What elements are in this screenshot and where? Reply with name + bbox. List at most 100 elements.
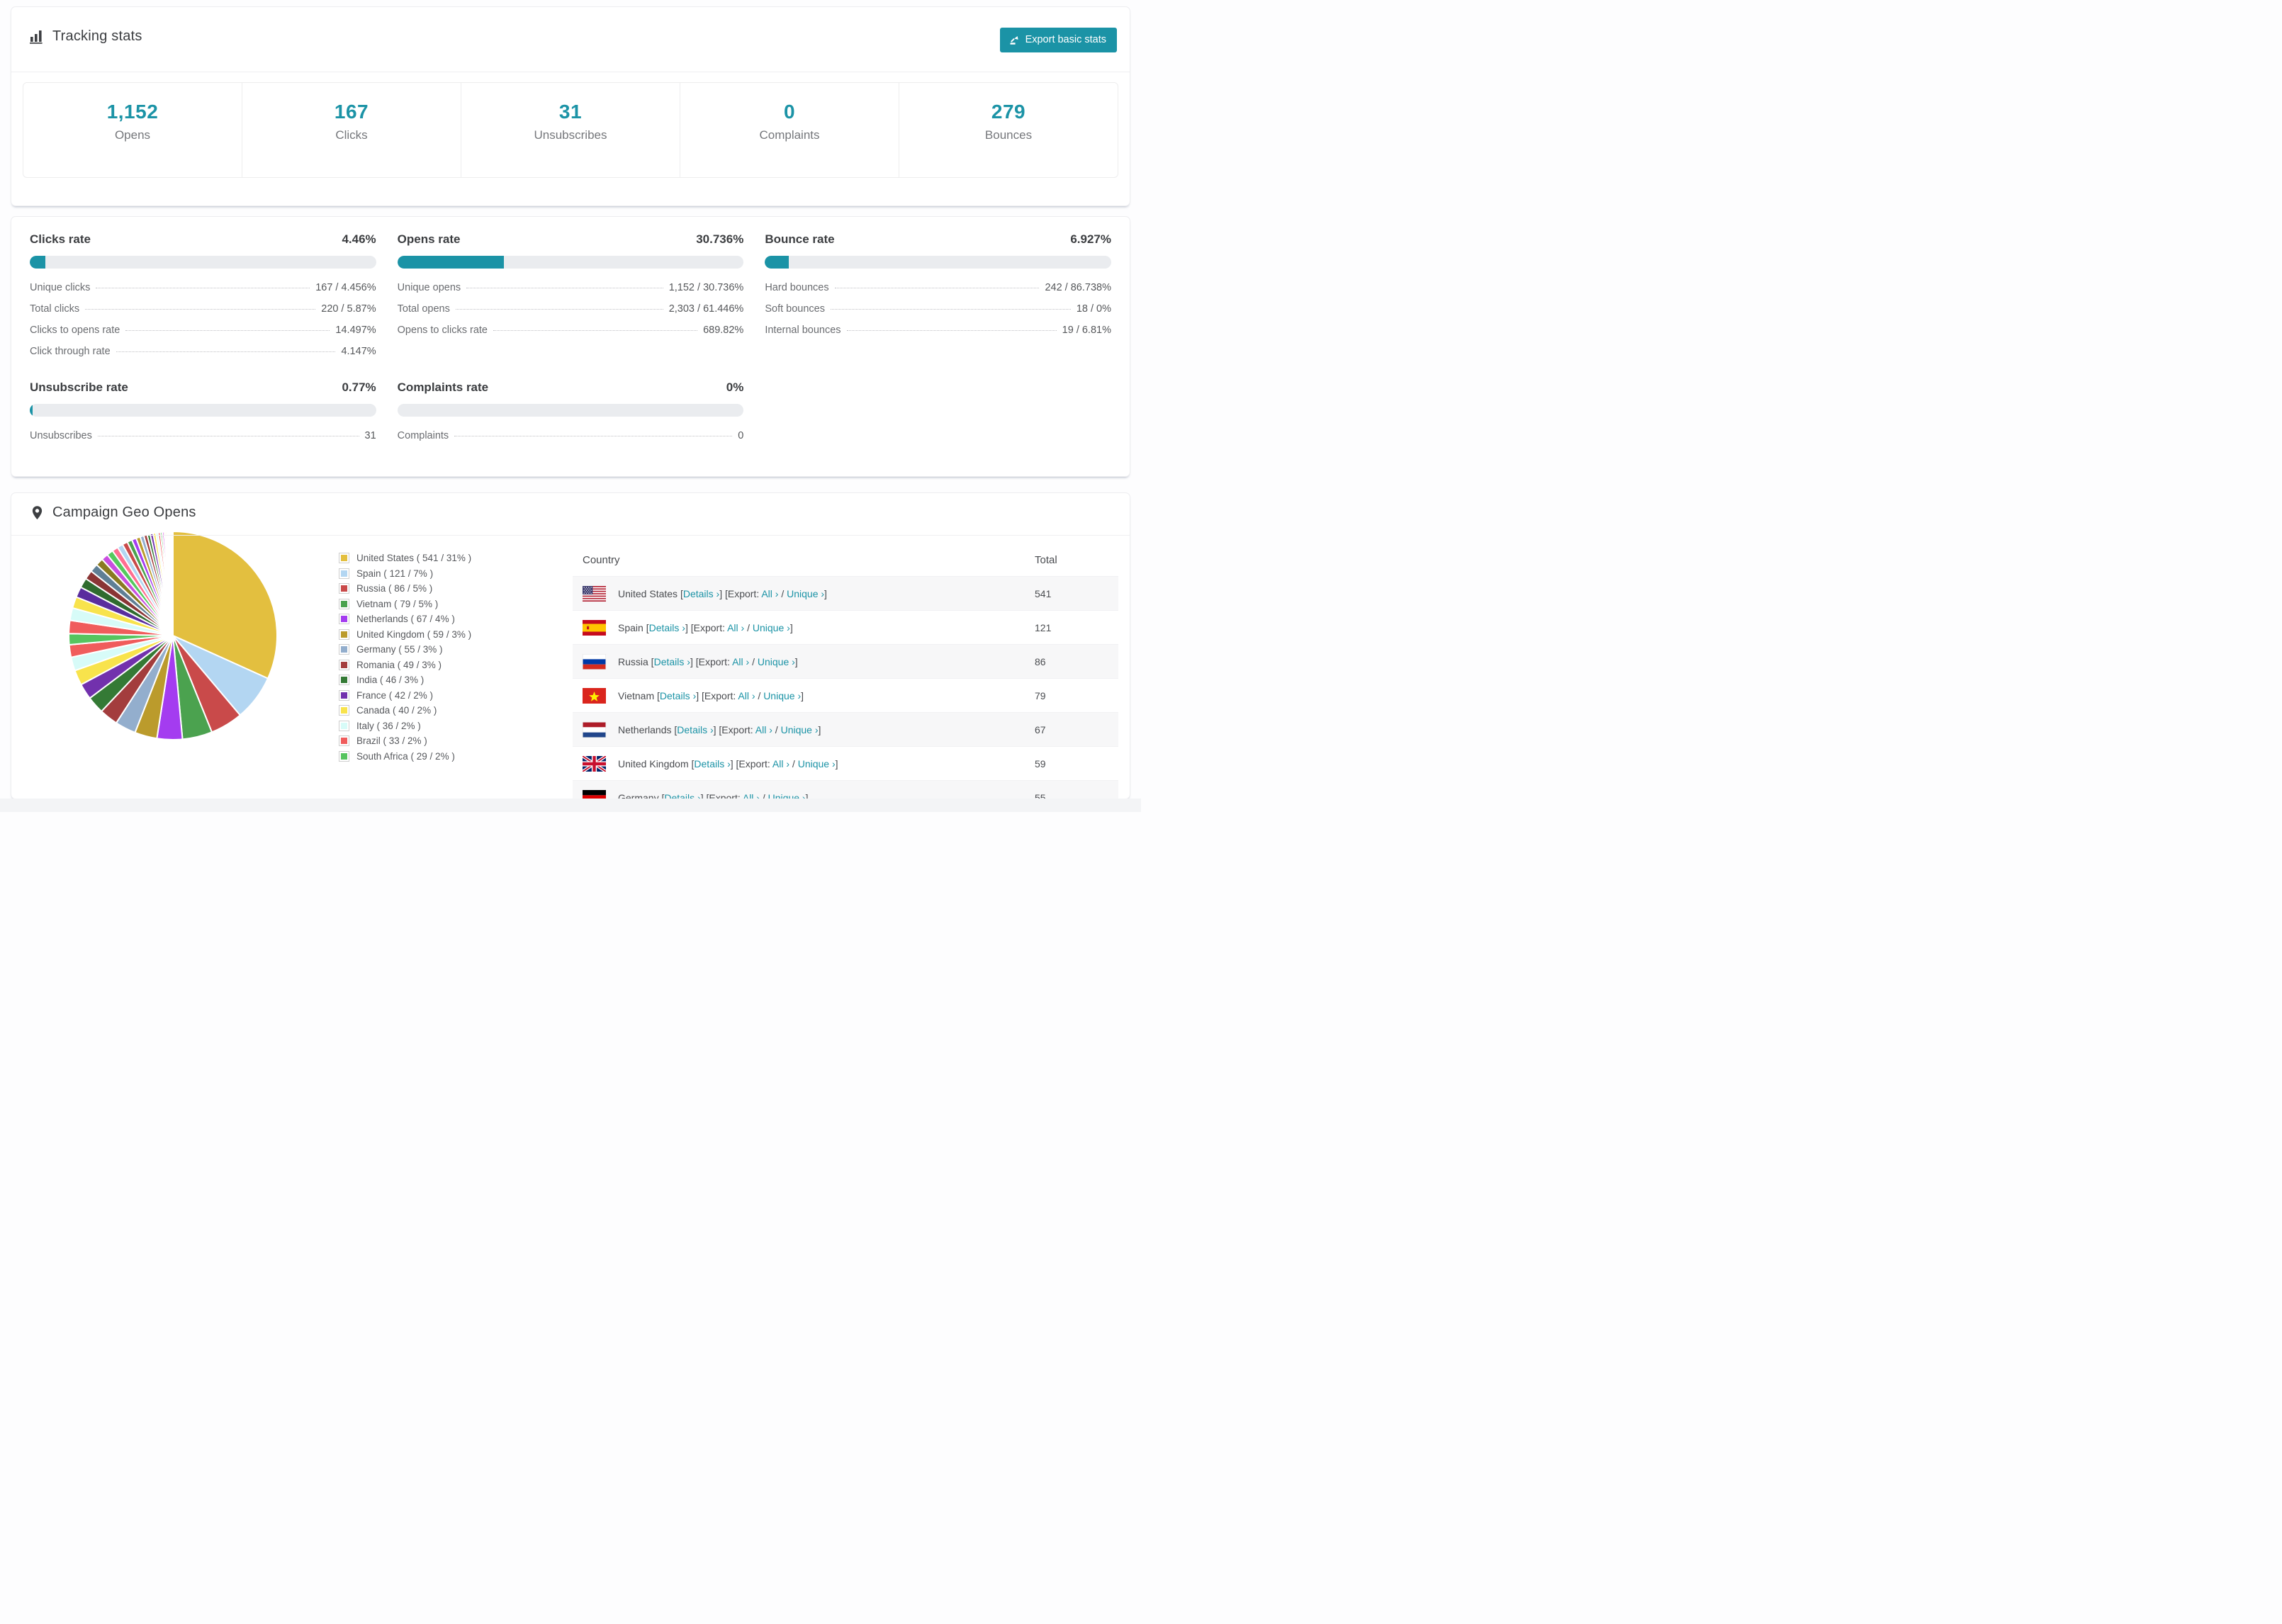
details-link[interactable]: Details › [677,724,713,735]
details-link[interactable]: Details › [649,622,685,633]
export-all-link[interactable]: All › [743,792,760,799]
rate-row: Unique clicks 167 / 4.456% [30,277,376,298]
rate-row-label: Clicks to opens rate [30,325,120,336]
export-unique-link[interactable]: Unique › [781,724,819,735]
legend-swatch [339,689,349,701]
rate-block-unsubscribe-rate: Unsubscribe rate 0.77% Unsubscribes 31 [30,380,376,446]
progress-bar-fill [30,404,33,417]
export-unique-link[interactable]: Unique › [768,792,806,799]
details-link[interactable]: Details › [654,656,690,667]
rate-row-value: 19 / 6.81% [1062,325,1111,336]
export-all-link[interactable]: All › [732,656,749,667]
stat-cell-opens: 1,152 Opens [23,83,242,177]
rate-row-label: Click through rate [30,346,111,357]
legend-swatch [339,598,349,609]
legend-label: South Africa ( 29 / 2% ) [356,750,455,762]
legend-item-united-states[interactable]: United States ( 541 / 31% ) [339,553,566,563]
export-all-link[interactable]: All › [772,758,789,769]
legend-item-germany[interactable]: Germany ( 55 / 3% ) [339,644,566,655]
rate-row: Clicks to opens rate 14.497% [30,320,376,341]
geo-opens-header: Campaign Geo Opens [11,493,1130,536]
geo-opens-card: Campaign Geo Opens United States ( 541 /… [11,493,1130,799]
progress-bar [397,404,744,417]
rates-card: Clicks rate 4.46% Unique clicks 167 / 4.456… [11,217,1130,476]
legend-swatch [339,705,349,716]
rate-value: 0% [726,380,744,394]
legend-item-canada[interactable]: Canada ( 40 / 2% ) [339,705,566,716]
legend-label: United States ( 541 / 31% ) [356,553,472,563]
rate-row-label: Internal bounces [765,325,841,336]
legend-item-russia[interactable]: Russia ( 86 / 5% ) [339,583,566,594]
rate-row-label: Unique opens [397,282,461,293]
total-cell: 79 [1035,689,1046,701]
rates-grid: Clicks rate 4.46% Unique clicks 167 / 4.456… [11,217,1130,458]
rate-rows: Unique opens 1,152 / 30.736% Total opens 2,… [398,277,744,341]
rate-row-label: Unique clicks [30,282,91,293]
rate-header: Bounce rate 6.927% [765,232,1111,247]
country-cell: United Kingdom [Details ›] [Export: All … [618,757,838,769]
gb-flag-icon [583,755,606,772]
legend-item-south-africa[interactable]: South Africa ( 29 / 2% ) [339,750,566,762]
legend-swatch [339,675,349,685]
legend-item-netherlands[interactable]: Netherlands ( 67 / 4% ) [339,614,566,624]
details-link[interactable]: Details › [694,758,730,769]
export-unique-link[interactable]: Unique › [763,690,801,701]
rate-row-value: 220 / 5.87% [321,303,376,315]
ru-flag-icon [583,653,606,670]
stat-value: 1,152 [106,101,159,123]
country-cell: Netherlands [Details ›] [Export: All › /… [618,723,821,735]
export-unique-link[interactable]: Unique › [787,588,824,599]
legend-item-france[interactable]: France ( 42 / 2% ) [339,689,566,701]
details-link[interactable]: Details › [660,690,696,701]
details-link[interactable]: Details › [664,792,700,799]
rate-header: Unsubscribe rate 0.77% [30,380,376,395]
table-row-es: Spain [Details ›] [Export: All › / Uniqu… [573,610,1118,644]
page-background [0,799,1141,812]
country-cell: Spain [Details ›] [Export: All › / Uniqu… [618,621,793,633]
legend-swatch [339,659,349,670]
legend-label: Romania ( 49 / 3% ) [356,659,442,670]
legend-item-italy[interactable]: Italy ( 36 / 2% ) [339,720,566,731]
legend-item-brazil[interactable]: Brazil ( 33 / 2% ) [339,735,566,746]
stat-label: Opens [114,128,151,142]
export-basic-stats-button[interactable]: Export basic stats [999,28,1117,52]
rate-row-value: 689.82% [703,325,744,336]
geo-country-table: Country Total United States [Details ›] [E… [573,547,1118,799]
dotted-leader [116,351,336,352]
legend-item-india[interactable]: India ( 46 / 3% ) [339,675,566,685]
dotted-leader [455,309,663,310]
rate-rows: Unique clicks 167 / 4.456% Total clicks 220… [30,277,376,362]
rate-row-label: Opens to clicks rate [397,325,488,336]
legend-label: Brazil ( 33 / 2% ) [356,735,427,746]
legend-swatch [339,568,349,579]
export-unique-link[interactable]: Unique › [798,758,836,769]
export-unique-link[interactable]: Unique › [753,622,790,633]
export-unique-link[interactable]: Unique › [758,656,795,667]
legend-item-vietnam[interactable]: Vietnam ( 79 / 5% ) [339,598,566,609]
de-flag-icon [583,789,606,799]
legend-label: India ( 46 / 3% ) [356,675,425,685]
legend-item-romania[interactable]: Romania ( 49 / 3% ) [339,659,566,670]
stats-summary-row: 1,152 Opens 167 Clicks 31 Unsubscribes 0 Compla… [23,82,1118,178]
total-cell: 541 [1035,587,1052,599]
legend-label: Germany ( 55 / 3% ) [356,644,443,655]
legend-item-spain[interactable]: Spain ( 121 / 7% ) [339,568,566,579]
rate-block-clicks-rate: Clicks rate 4.46% Unique clicks 167 / 4.456… [30,232,376,362]
rate-value: 0.77% [342,380,376,394]
dotted-leader [85,309,316,310]
rate-rows: Complaints 0 [398,425,744,446]
country-cell: Germany [Details ›] [Export: All › / Uni… [618,792,1035,799]
pie-slice-other[interactable] [172,530,174,636]
export-all-link[interactable]: All › [727,622,744,633]
geo-opens-content: United States ( 541 / 31% ) Spain ( 121 /… [11,530,1130,799]
details-link[interactable]: Details › [683,588,719,599]
legend-item-united-kingdom[interactable]: United Kingdom ( 59 / 3% ) [339,628,566,640]
rate-row: Complaints 0 [398,425,744,446]
rate-rows: Unsubscribes 31 [30,425,376,446]
legend-swatch [339,720,349,731]
export-all-link[interactable]: All › [761,588,778,599]
map-pin-icon [30,505,45,520]
export-all-link[interactable]: All › [738,690,755,701]
dotted-leader [493,330,698,331]
export-all-link[interactable]: All › [755,724,772,735]
